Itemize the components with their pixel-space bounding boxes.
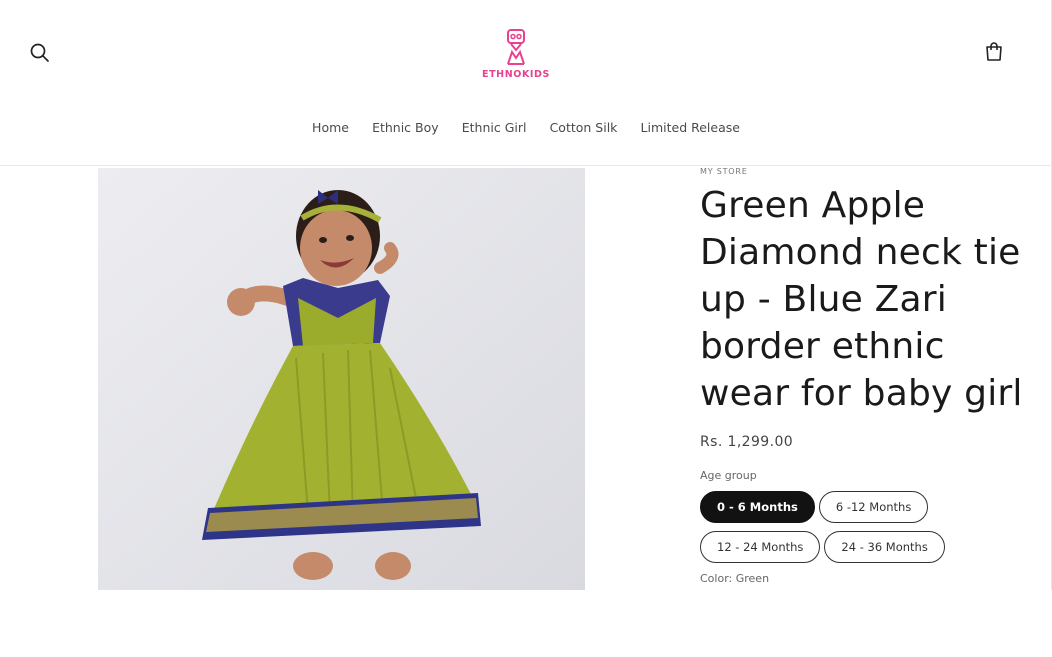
logo-icon bbox=[507, 29, 525, 65]
age-option-24-36[interactable]: 24 - 36 Months bbox=[824, 531, 945, 563]
page-bottom-blank bbox=[0, 590, 1052, 657]
nav-item-ethnic-girl[interactable]: Ethnic Girl bbox=[462, 120, 527, 135]
product-image[interactable] bbox=[98, 168, 585, 590]
nav-item-limited-release[interactable]: Limited Release bbox=[641, 120, 740, 135]
logo[interactable]: ETHNOKIDS bbox=[476, 28, 556, 82]
search-icon bbox=[30, 43, 49, 62]
age-option-0-6[interactable]: 0 - 6 Months bbox=[700, 491, 815, 523]
product-info: MY STORE Green Apple Diamond neck tie up… bbox=[700, 166, 1040, 585]
cart-button[interactable] bbox=[982, 40, 1006, 64]
product-price: Rs. 1,299.00 bbox=[700, 434, 794, 450]
nav-item-cotton-silk[interactable]: Cotton Silk bbox=[550, 120, 618, 135]
cart-icon bbox=[986, 42, 1002, 61]
age-group-label: Age group bbox=[700, 469, 757, 482]
color-label: Color: Green bbox=[700, 572, 770, 585]
vendor-label: MY STORE bbox=[700, 167, 748, 176]
site-header: ETHNOKIDS Home Ethnic Boy Ethnic Girl Co… bbox=[0, 0, 1052, 166]
product-photo bbox=[98, 168, 585, 590]
main-nav: Home Ethnic Boy Ethnic Girl Cotton Silk … bbox=[0, 117, 1052, 136]
product-title: Green Apple Diamond neck tie up - Blue Z… bbox=[700, 185, 1023, 414]
nav-item-home[interactable]: Home bbox=[312, 120, 349, 135]
nav-item-ethnic-boy[interactable]: Ethnic Boy bbox=[372, 120, 439, 135]
viewport: ETHNOKIDS Home Ethnic Boy Ethnic Girl Co… bbox=[0, 0, 1052, 590]
logo-text: ETHNOKIDS bbox=[482, 69, 550, 80]
search-button[interactable] bbox=[28, 41, 52, 65]
age-option-12-24[interactable]: 12 - 24 Months bbox=[700, 531, 821, 563]
age-option-6-12[interactable]: 6 -12 Months bbox=[818, 491, 929, 523]
age-group-options: 0 - 6 Months 6 -12 Months 12 - 24 Months 24… bbox=[700, 491, 1000, 571]
